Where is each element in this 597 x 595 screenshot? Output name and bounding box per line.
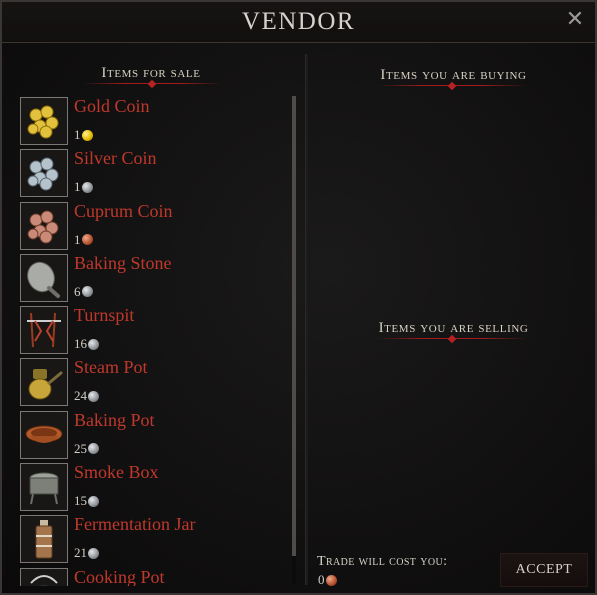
- silver-coin-icon: [88, 338, 99, 350]
- price-value: 21: [74, 545, 87, 561]
- items-for-sale-list: Gold Coin 1 Silver Coin 1 Cuprum Coin 1 …: [20, 96, 292, 586]
- list-item[interactable]: Cuprum Coin 1: [20, 201, 292, 253]
- item-price: 25: [74, 441, 99, 457]
- vendor-window: VENDOR ✕ Items for sale Items you are bu…: [0, 0, 597, 595]
- title-bar[interactable]: VENDOR ✕: [2, 2, 595, 43]
- cuprum-coin-icon: [325, 574, 337, 586]
- item-name: Fermentation Jar: [74, 514, 196, 535]
- item-name: Baking Pot: [74, 409, 155, 430]
- for-sale-ornament: [82, 79, 222, 89]
- price-value: 1: [74, 179, 81, 195]
- list-item[interactable]: Cooking Pot: [20, 567, 292, 586]
- trade-cost: 0: [318, 572, 337, 588]
- item-price: 1: [74, 179, 93, 195]
- item-price: 21: [74, 545, 99, 561]
- fermentation-jar-icon: [20, 515, 68, 564]
- close-icon[interactable]: ✕: [563, 8, 587, 32]
- silver-coin-icon: [88, 390, 99, 402]
- panel-divider: [305, 54, 308, 585]
- item-name: Cuprum Coin: [74, 200, 173, 221]
- trade-cost-value: 0: [318, 572, 325, 587]
- item-price: 1: [74, 232, 93, 248]
- list-item[interactable]: Baking Pot 25: [20, 410, 292, 462]
- list-item[interactable]: Fermentation Jar 21: [20, 514, 292, 566]
- buying-heading: Items you are buying: [380, 67, 527, 83]
- item-price: 6: [74, 284, 93, 300]
- silver-coin-icon: [88, 443, 99, 455]
- silver-coin-icon: [88, 547, 99, 559]
- list-item[interactable]: Baking Stone 6: [20, 253, 292, 305]
- price-value: 16: [74, 336, 87, 352]
- cooking-pot-icon: [20, 567, 68, 586]
- item-price: 15: [74, 493, 99, 509]
- item-list-scrollbar[interactable]: [292, 96, 296, 584]
- item-name: Steam Pot: [74, 357, 148, 378]
- item-price: 24: [74, 388, 99, 404]
- list-item[interactable]: Steam Pot 24: [20, 357, 292, 409]
- gold-coins-icon: [20, 97, 68, 145]
- item-name: Gold Coin: [74, 96, 150, 116]
- selling-ornament: [377, 334, 527, 344]
- smoke-box-icon: [20, 463, 68, 512]
- window-title: VENDOR: [241, 8, 356, 35]
- price-value: 1: [74, 127, 81, 142]
- baking-stone-icon: [20, 253, 68, 302]
- price-value: 15: [74, 493, 87, 509]
- scroll-thumb[interactable]: [292, 96, 296, 556]
- item-name: Silver Coin: [74, 148, 157, 169]
- list-item[interactable]: Silver Coin 1: [20, 148, 292, 200]
- item-name: Smoke Box: [74, 462, 159, 483]
- silver-coin-icon: [81, 286, 93, 298]
- silver-coin-icon: [81, 181, 93, 193]
- price-value: 25: [74, 440, 87, 456]
- list-item[interactable]: Gold Coin 1: [20, 96, 292, 148]
- item-name: Cooking Pot: [74, 566, 165, 586]
- item-price: 1: [74, 127, 93, 143]
- cuprum-coin-icon: [81, 234, 93, 246]
- trade-cost-label: Trade will cost you:: [317, 554, 448, 569]
- item-name: Baking Stone: [74, 252, 172, 273]
- silver-coin-icon: [88, 495, 99, 507]
- item-name: Turnspit: [74, 305, 135, 326]
- silver-coins-icon: [20, 149, 68, 198]
- steam-pot-icon: [20, 358, 68, 407]
- list-item[interactable]: Turnspit 16: [20, 305, 292, 357]
- buying-ornament: [377, 81, 527, 91]
- accept-button[interactable]: ACCEPT: [500, 553, 588, 587]
- turnspit-icon: [20, 306, 68, 355]
- list-item[interactable]: Smoke Box 15: [20, 462, 292, 514]
- item-price: 16: [74, 336, 99, 352]
- baking-pot-icon: [20, 410, 68, 459]
- price-value: 1: [74, 231, 81, 247]
- selling-heading: Items you are selling: [378, 320, 529, 336]
- gold-coin-icon: [81, 129, 93, 141]
- cuprum-coins-icon: [20, 201, 68, 250]
- price-value: 24: [74, 388, 87, 404]
- price-value: 6: [74, 283, 81, 299]
